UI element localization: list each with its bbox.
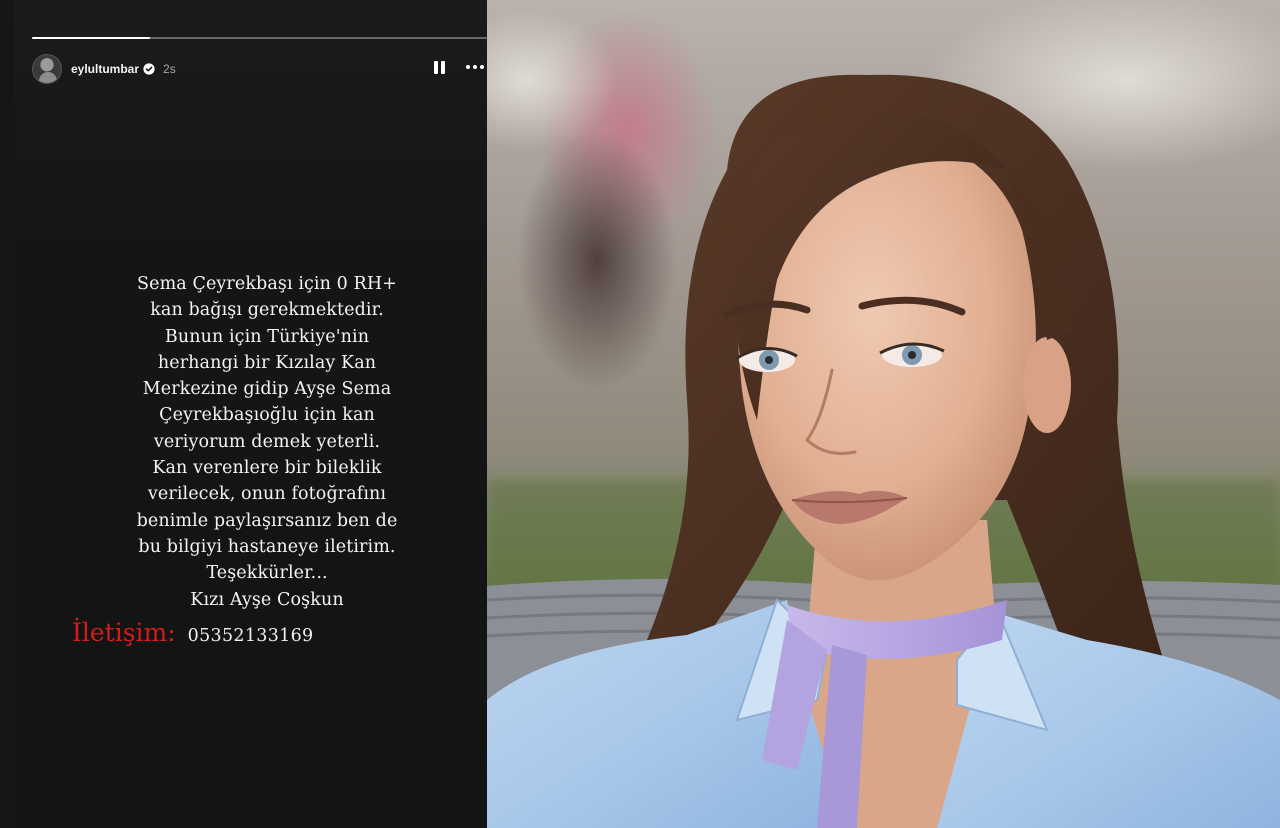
portrait-photo <box>487 0 1280 828</box>
contact-phone: 05352133169 <box>187 626 314 646</box>
story-text-line: Çeyrekbaşıoğlu için kan <box>159 405 375 426</box>
username[interactable]: eylultumbar <box>71 62 139 76</box>
story-text-line: Bunun için Türkiye'nin <box>164 326 370 347</box>
story-header: eylultumbar 2s <box>32 52 487 86</box>
pause-icon[interactable] <box>432 59 448 77</box>
instagram-story: eylultumbar 2s Sema Çeyrekbaşı için 0 RH… <box>0 0 487 828</box>
story-text-line: benimle paylaşırsanız ben de <box>136 510 398 531</box>
story-text-line: kan bağışı gerekmektedir. <box>150 300 384 321</box>
story-progress-bar <box>32 37 487 39</box>
portrait-image <box>487 0 1280 828</box>
story-text-line: Kızı Ayşe Coşkun <box>190 589 344 610</box>
story-text-line: Kan verenlere bir bileklik <box>152 458 382 479</box>
contact-label: İletişim: <box>72 618 176 647</box>
story-text-line: Sema Çeyrekbaşı için 0 RH+ <box>137 274 397 294</box>
story-text-line: verilecek, onun fotoğrafını <box>147 484 387 505</box>
avatar[interactable] <box>32 54 62 84</box>
story-time-ago: 2s <box>163 62 176 76</box>
story-text-line: herhangi bir Kızılay Kan <box>157 352 377 373</box>
story-message: Sema Çeyrekbaşı için 0 RH+ kan bağışı ger… <box>80 271 454 613</box>
more-options-icon[interactable] <box>466 58 487 76</box>
verified-badge-icon <box>143 63 155 75</box>
story-text-line: Teşekkürler... <box>206 563 328 584</box>
story-progress-fill <box>32 37 151 39</box>
story-text-line: Merkezine gidip Ayşe Sema <box>142 379 392 400</box>
story-text-line: veriyorum demek yeterli. <box>153 431 381 452</box>
story-text-line: bu bilgiyi hastaneye iletirim. <box>138 536 396 557</box>
screenshot-root: eylultumbar 2s Sema Çeyrekbaşı için 0 RH… <box>0 0 1280 828</box>
contact-row: İletişim: 05352133169 <box>72 618 372 658</box>
